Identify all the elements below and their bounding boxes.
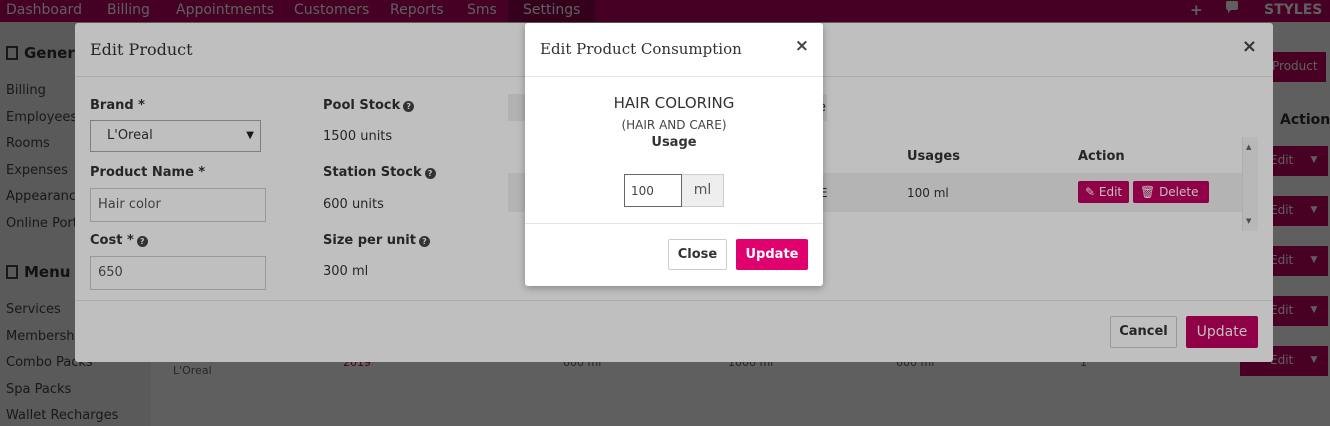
consumption-modal-title: Edit Product Consumption bbox=[540, 40, 742, 58]
close-button[interactable]: Close bbox=[668, 239, 727, 270]
usage-label: Usage bbox=[651, 135, 697, 150]
service-name: HAIR COLORING bbox=[613, 94, 735, 112]
edit-consumption-modal: Edit Product Consumption × HAIR COLORING… bbox=[525, 23, 823, 286]
service-category: (HAIR AND CARE) bbox=[621, 118, 727, 132]
close-icon[interactable]: × bbox=[795, 36, 809, 56]
divider bbox=[525, 76, 823, 77]
usage-input[interactable] bbox=[624, 174, 682, 207]
unit-addon: ml bbox=[682, 174, 724, 207]
update-button[interactable]: Update bbox=[736, 239, 808, 270]
divider bbox=[525, 223, 823, 224]
